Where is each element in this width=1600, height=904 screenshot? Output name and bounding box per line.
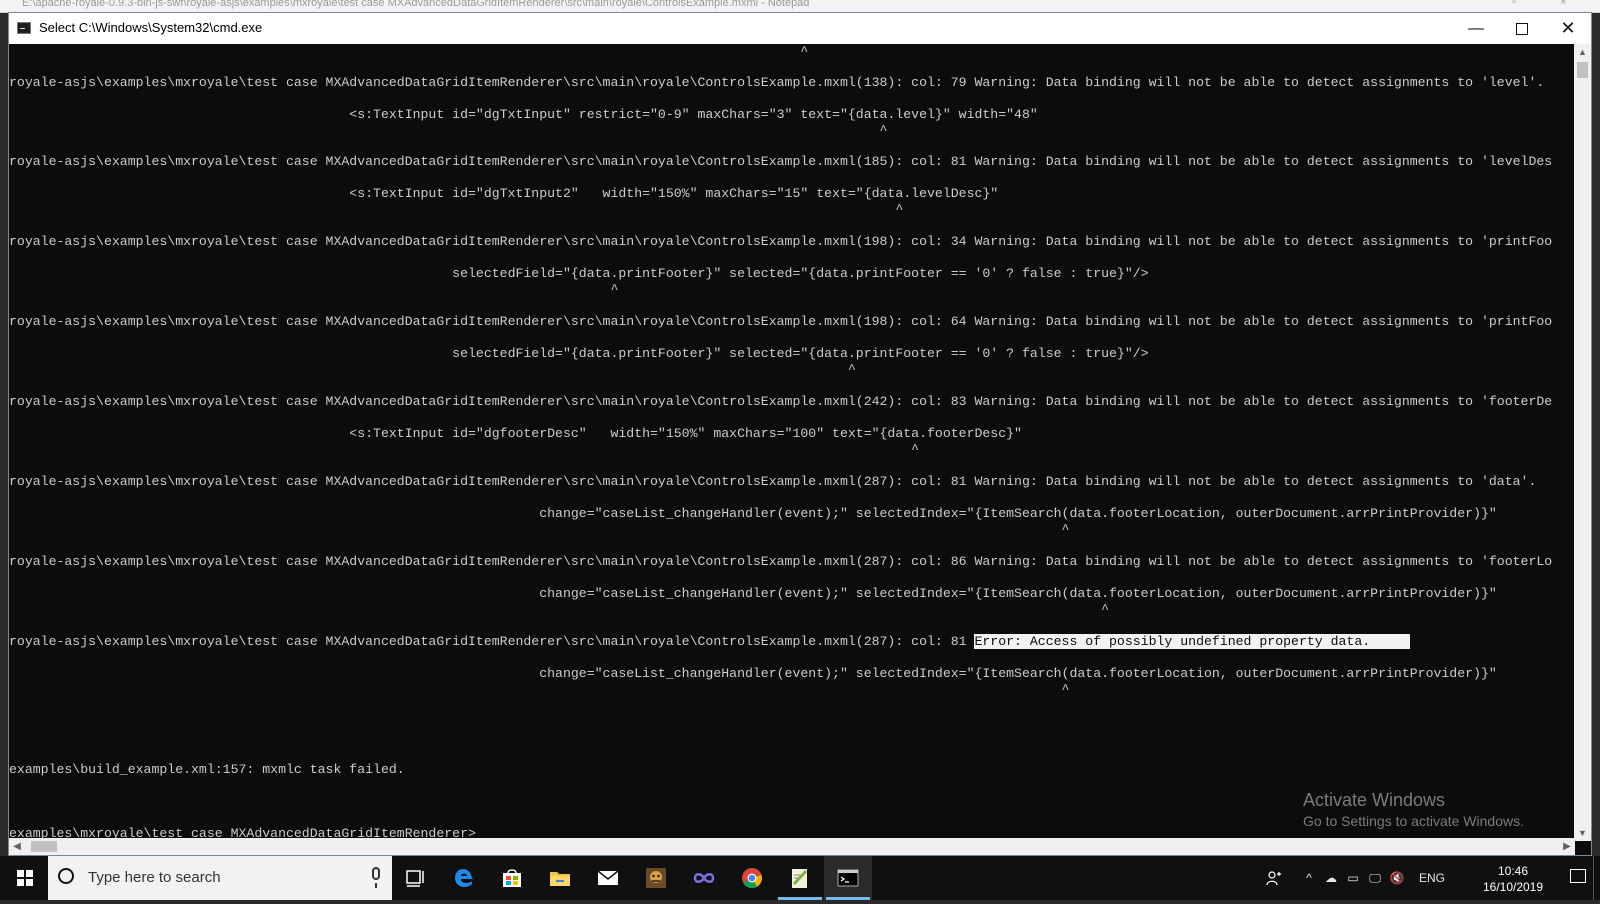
- cmd-app-icon[interactable]: [17, 22, 31, 34]
- console-line: ^: [9, 44, 809, 59]
- system-tray: ^ ☁ ▭ 🖵 🔇 ENG 10:46 16/10/2019: [1240, 856, 1600, 900]
- scroll-down-icon[interactable]: ▼: [1574, 825, 1591, 841]
- edge-button[interactable]: [440, 856, 488, 900]
- chrome-icon: [742, 868, 762, 889]
- app-icon: [646, 868, 666, 888]
- activate-windows-title: Activate Windows: [1303, 790, 1446, 810]
- background-maximize-icon: ▫: [1512, 0, 1516, 8]
- build-failed-line: examples\build_example.xml:157: mxmlc ta…: [9, 762, 405, 777]
- volume-muted-icon[interactable]: 🔇: [1386, 856, 1408, 900]
- error-line[interactable]: royale-asjs\examples\mxroyale\test case …: [9, 634, 1410, 650]
- file-explorer-icon: [550, 872, 570, 886]
- console-caret-line: ^: [9, 362, 856, 377]
- console-caret-line: ^: [9, 202, 904, 217]
- search-icon: [58, 868, 74, 884]
- start-button[interactable]: [0, 856, 48, 900]
- console-line: <s:TextInput id="dgfooterDesc" width="15…: [9, 426, 1022, 441]
- task-view-icon: [406, 870, 424, 887]
- console-line: royale-asjs\examples\mxroyale\test case …: [9, 314, 1553, 329]
- console-caret-line: ^: [9, 682, 1070, 697]
- window-title: Select C:\Windows\System32\cmd.exe: [39, 20, 263, 35]
- console-line: change="caseList_changeHandler(event);" …: [9, 506, 1497, 521]
- console-line: royale-asjs\examples\mxroyale\test case …: [9, 394, 1553, 409]
- onedrive-cloud-icon[interactable]: ☁: [1320, 856, 1342, 900]
- show-desktop-button[interactable]: [1593, 856, 1600, 900]
- microphone-icon[interactable]: [372, 867, 380, 888]
- pinned-app-button[interactable]: [632, 856, 680, 900]
- background-close-icon: ×: [1560, 0, 1567, 8]
- horizontal-scroll-thumb[interactable]: [31, 841, 57, 852]
- console-line: royale-asjs\examples\mxroyale\test case …: [9, 554, 1553, 569]
- horizontal-scrollbar[interactable]: ◀ ▶: [9, 838, 1575, 855]
- close-icon: ✕: [1560, 18, 1576, 38]
- console-caret-line: ^: [9, 602, 1110, 617]
- notification-center-icon[interactable]: [1570, 869, 1586, 883]
- notepad-plus-icon: [792, 869, 808, 888]
- infinity-app-icon: [693, 873, 715, 883]
- windows-logo-icon: [17, 870, 33, 886]
- clock-date[interactable]: 16/10/2019: [1478, 880, 1548, 894]
- notepad-plus-button[interactable]: [776, 856, 824, 900]
- maximize-button[interactable]: [1499, 13, 1545, 44]
- console-caret-line: ^: [9, 123, 888, 138]
- console-line: selectedField="{data.printFooter}" selec…: [9, 266, 1149, 281]
- vertical-scroll-thumb[interactable]: [1577, 62, 1588, 78]
- scroll-left-icon[interactable]: ◀: [9, 838, 25, 855]
- chrome-button[interactable]: [728, 856, 776, 900]
- battery-icon[interactable]: ▭: [1342, 856, 1364, 900]
- minimize-icon: —: [1468, 20, 1484, 37]
- mail-icon: [597, 870, 619, 885]
- close-button[interactable]: ✕: [1545, 13, 1591, 44]
- taskbar: Type here to search ^ ☁ ▭ 🖵 �: [0, 856, 1600, 900]
- network-icon[interactable]: 🖵: [1364, 856, 1386, 900]
- people-icon[interactable]: [1260, 856, 1288, 900]
- show-hidden-icons-chevron-up-icon[interactable]: ^: [1298, 856, 1320, 900]
- console-line: royale-asjs\examples\mxroyale\test case …: [9, 474, 1537, 489]
- minimize-button[interactable]: —: [1453, 13, 1499, 44]
- edge-icon: [455, 869, 473, 887]
- taskbar-search-box[interactable]: Type here to search: [48, 856, 392, 900]
- console-caret-line: ^: [9, 522, 1070, 537]
- console-caret-line: ^: [9, 442, 920, 457]
- file-explorer-button[interactable]: [536, 856, 584, 900]
- console-line: change="caseList_changeHandler(event);" …: [9, 586, 1497, 601]
- cmd-icon: [837, 869, 859, 887]
- clock-time[interactable]: 10:46: [1478, 864, 1548, 878]
- cmd-taskbar-button[interactable]: [824, 856, 872, 900]
- console-line: royale-asjs\examples\mxroyale\test case …: [9, 234, 1553, 249]
- scroll-up-icon[interactable]: ▲: [1574, 44, 1591, 60]
- mail-button[interactable]: [584, 856, 632, 900]
- console-line: change="caseList_changeHandler(event);" …: [9, 666, 1497, 681]
- selected-error-message[interactable]: Error: Access of possibly undefined prop…: [974, 634, 1410, 649]
- activate-windows-watermark: Activate Windows Go to Settings to activ…: [1303, 790, 1524, 829]
- console-line: selectedField="{data.printFooter}" selec…: [9, 346, 1149, 361]
- console-output[interactable]: ^ royale-asjs\examples\mxroyale\test cas…: [9, 44, 1575, 841]
- infinity-app-button[interactable]: [680, 856, 728, 900]
- title-bar[interactable]: Select C:\Windows\System32\cmd.exe — ✕: [9, 13, 1591, 44]
- console-line: <s:TextInput id="dgTxtInput2" width="150…: [9, 186, 999, 201]
- cmd-window[interactable]: Select C:\Windows\System32\cmd.exe — ✕ ^…: [8, 12, 1592, 856]
- task-view-button[interactable]: [392, 856, 440, 900]
- vertical-scrollbar[interactable]: ▲ ▼: [1574, 44, 1591, 841]
- store-icon: [503, 869, 521, 887]
- scroll-right-icon[interactable]: ▶: [1559, 838, 1575, 855]
- maximize-icon: [1516, 22, 1528, 35]
- activate-windows-subtitle: Go to Settings to activate Windows.: [1303, 813, 1524, 829]
- console-caret-line: ^: [9, 282, 619, 297]
- console-line: <s:TextInput id="dgTxtInput" restrict="0…: [9, 107, 1038, 122]
- search-placeholder: Type here to search: [88, 869, 221, 886]
- console-line: royale-asjs\examples\mxroyale\test case …: [9, 75, 1545, 90]
- error-line-prefix: royale-asjs\examples\mxroyale\test case …: [9, 634, 975, 649]
- store-button[interactable]: [488, 856, 536, 900]
- language-indicator[interactable]: ENG: [1412, 856, 1452, 900]
- console-line: royale-asjs\examples\mxroyale\test case …: [9, 154, 1553, 169]
- background-window-title: E:\apache-royale-0.9.3-bin-js-swf\royale…: [22, 0, 810, 9]
